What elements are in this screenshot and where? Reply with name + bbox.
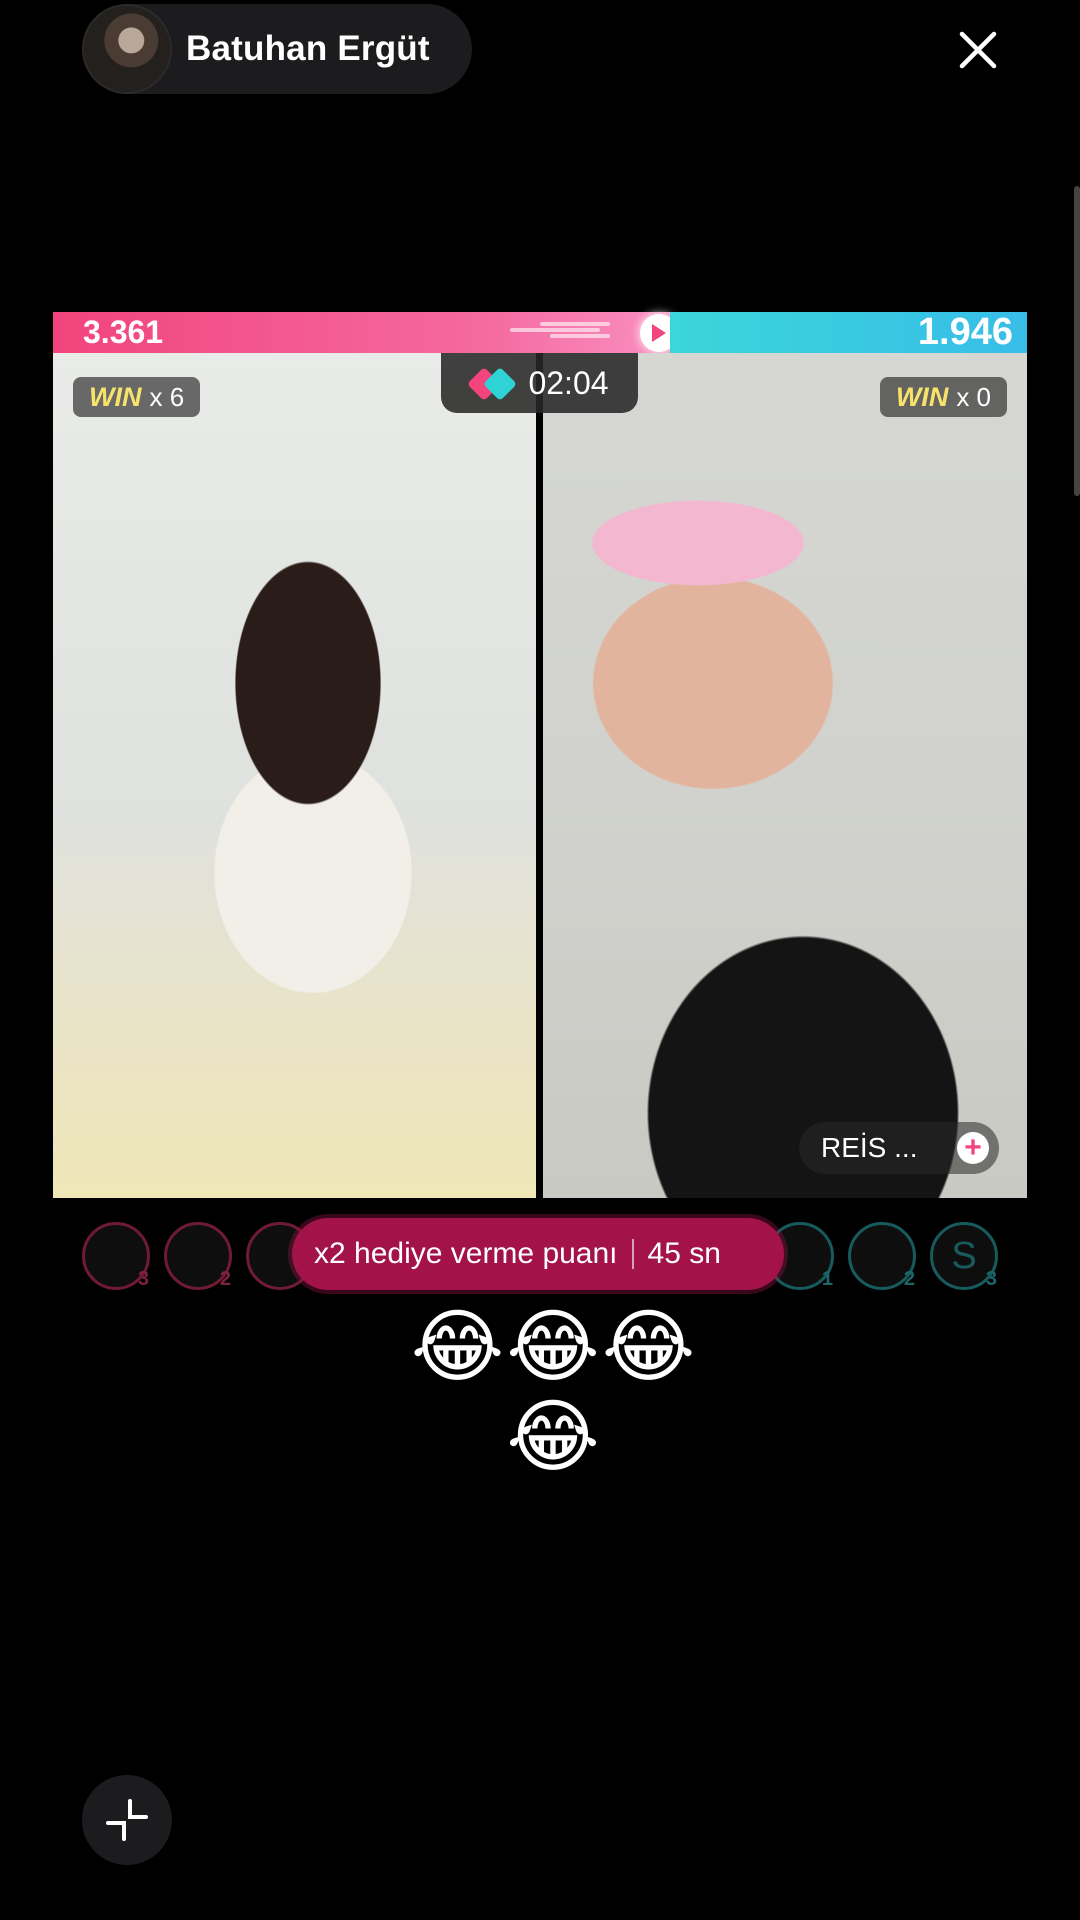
supporter-rank: 2 bbox=[219, 1268, 231, 1290]
host-avatar[interactable] bbox=[82, 4, 172, 94]
supporter-rank: 2 bbox=[903, 1268, 915, 1290]
gift-boost-banner: x2 hediye verme puanı 45 sn bbox=[292, 1218, 784, 1290]
scrollbar[interactable] bbox=[1074, 186, 1080, 496]
right-supporter-avatar[interactable]: S3 bbox=[930, 1222, 998, 1290]
right-stream-video[interactable] bbox=[543, 353, 1027, 1198]
pk-battle: 3.361 1.946 WIN x 6 WIN x 0 02:04 REİS .… bbox=[53, 312, 1027, 1198]
right-win-count: x 0 bbox=[956, 381, 991, 412]
follow-opponent-chip[interactable]: REİS ... + bbox=[799, 1122, 999, 1174]
left-win-streak-badge: WIN x 6 bbox=[73, 377, 201, 417]
left-score: 3.361 bbox=[83, 314, 164, 350]
minimize-button[interactable] bbox=[82, 1775, 172, 1865]
left-supporter-avatar[interactable]: 2 bbox=[164, 1222, 232, 1290]
host-profile-pill[interactable]: Batuhan Ergüt bbox=[82, 4, 472, 94]
plus-icon[interactable]: + bbox=[957, 1132, 989, 1164]
left-score-fill: 3.361 bbox=[53, 312, 678, 353]
right-score-fill: 1.946 bbox=[670, 312, 1027, 353]
supporter-rank: 1 bbox=[821, 1268, 833, 1290]
host-name: Batuhan Ergüt bbox=[186, 29, 430, 68]
battle-timer: 02:04 bbox=[441, 353, 638, 413]
left-stream-video[interactable] bbox=[53, 353, 536, 1198]
left-supporter-avatar[interactable]: 3 bbox=[82, 1222, 150, 1290]
minimize-icon bbox=[106, 1799, 148, 1841]
left-win-count: x 6 bbox=[149, 381, 185, 412]
right-win-label: WIN bbox=[895, 381, 949, 412]
close-button[interactable] bbox=[950, 22, 1006, 78]
stream-divider bbox=[536, 353, 543, 1198]
right-supporter-avatar[interactable]: 2 bbox=[848, 1222, 916, 1290]
emoji-comment: 😂😂😂😂 bbox=[410, 1300, 698, 1483]
left-win-label: WIN bbox=[89, 381, 142, 412]
timer-text: 02:04 bbox=[528, 364, 609, 401]
supporter-rank: 3 bbox=[137, 1268, 149, 1290]
boost-time: 45 sn bbox=[647, 1237, 721, 1270]
boost-separator bbox=[631, 1239, 634, 1269]
right-win-streak-badge: WIN x 0 bbox=[879, 377, 1007, 417]
close-icon bbox=[959, 31, 997, 69]
score-bar: 3.361 1.946 bbox=[53, 312, 1027, 353]
right-score: 1.946 bbox=[917, 311, 1013, 353]
battle-versus-icon bbox=[467, 367, 518, 401]
opponent-name: REİS ... bbox=[821, 1132, 918, 1163]
score-streaks bbox=[510, 320, 610, 344]
boost-text: x2 hediye verme puanı bbox=[314, 1237, 618, 1270]
supporter-rank: 3 bbox=[985, 1268, 997, 1290]
